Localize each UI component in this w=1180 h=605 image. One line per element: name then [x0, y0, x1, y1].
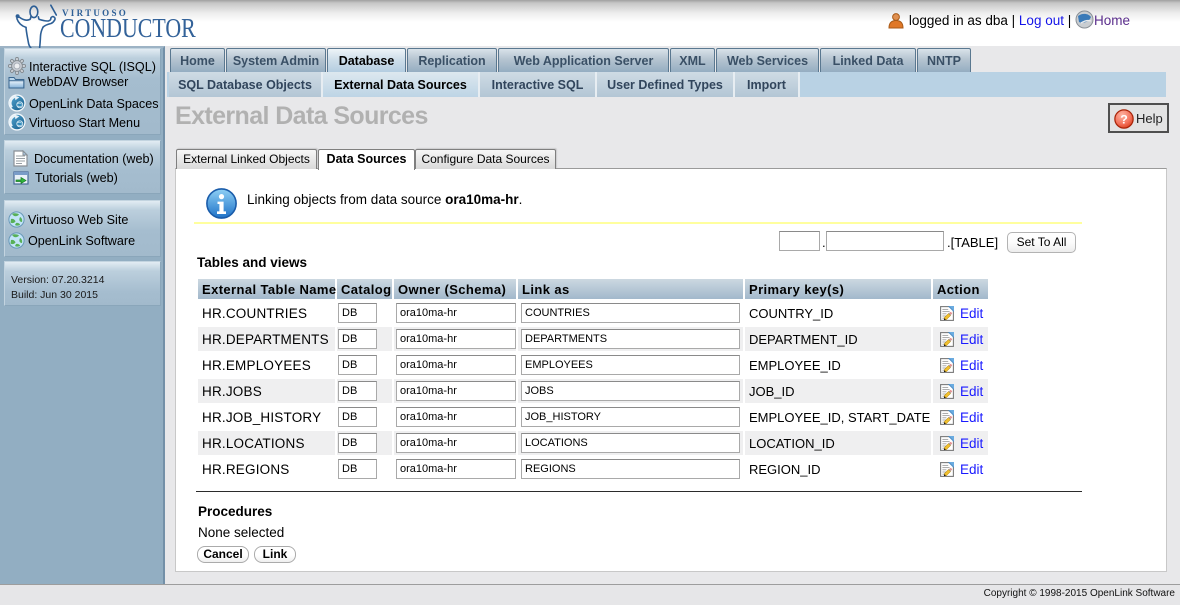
svg-text:?: ? [1120, 112, 1128, 126]
